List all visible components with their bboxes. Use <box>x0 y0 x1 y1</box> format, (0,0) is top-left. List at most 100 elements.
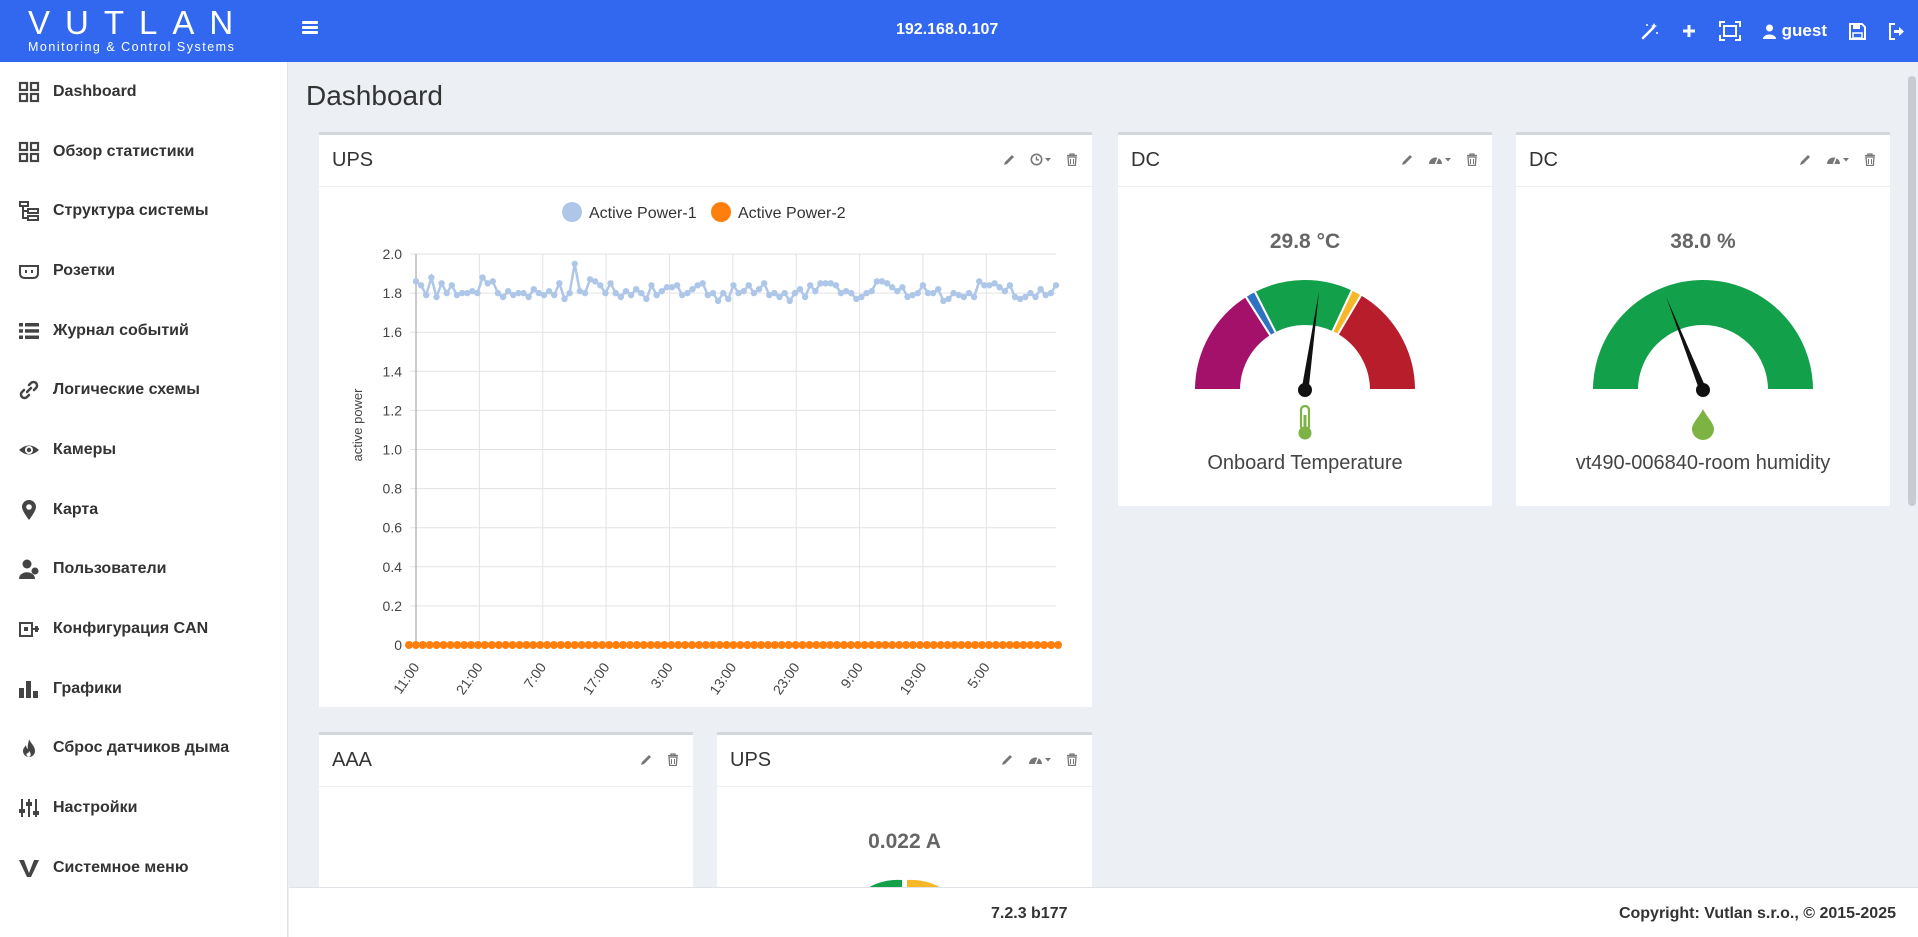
edit-icon[interactable] <box>1799 153 1812 166</box>
data-point[interactable] <box>965 289 973 297</box>
data-point[interactable] <box>418 641 427 649</box>
data-point[interactable] <box>1022 293 1029 301</box>
data-point[interactable] <box>684 289 691 297</box>
data-point[interactable] <box>722 641 731 649</box>
data-point[interactable] <box>460 641 469 649</box>
data-point[interactable] <box>660 641 669 649</box>
data-point[interactable] <box>957 641 966 649</box>
sidebar-item-structure[interactable]: Структура системы <box>0 181 287 241</box>
data-point[interactable] <box>807 282 814 289</box>
data-point[interactable] <box>423 291 430 299</box>
data-point[interactable] <box>438 280 445 287</box>
data-point[interactable] <box>996 284 1003 291</box>
data-point[interactable] <box>643 295 650 303</box>
data-point[interactable] <box>755 285 763 293</box>
data-point[interactable] <box>480 641 489 649</box>
data-point[interactable] <box>805 641 814 649</box>
data-point[interactable] <box>943 641 952 649</box>
data-point[interactable] <box>556 641 565 649</box>
data-point[interactable] <box>632 641 641 649</box>
data-point[interactable] <box>915 641 924 649</box>
data-point[interactable] <box>439 641 448 649</box>
sidebar-item-smoke-reset[interactable]: Сброс датчиков дыма <box>0 719 287 779</box>
logo[interactable]: VUTLAN Monitoring & Control Systems <box>28 6 264 55</box>
sidebar-item-cameras[interactable]: Камеры <box>0 420 287 480</box>
data-point[interactable] <box>970 293 978 301</box>
data-point[interactable] <box>540 291 548 299</box>
data-point[interactable] <box>936 641 945 649</box>
data-point[interactable] <box>602 289 609 297</box>
data-point[interactable] <box>922 641 931 649</box>
save-icon[interactable] <box>1849 16 1866 46</box>
data-point[interactable] <box>487 641 496 649</box>
data-point[interactable] <box>1001 287 1008 295</box>
data-point[interactable] <box>701 641 710 649</box>
data-point[interactable] <box>591 641 600 649</box>
data-point[interactable] <box>801 293 809 301</box>
data-point[interactable] <box>446 641 455 649</box>
edit-icon[interactable] <box>1001 753 1014 766</box>
data-point[interactable] <box>1027 289 1034 297</box>
data-point[interactable] <box>846 641 855 649</box>
data-point[interactable] <box>715 641 724 649</box>
data-point[interactable] <box>453 641 462 649</box>
sidebar-item-logic[interactable]: Логические схемы <box>0 360 287 420</box>
data-point[interactable] <box>714 297 722 305</box>
data-point[interactable] <box>709 289 717 297</box>
sidebar-item-system-menu[interactable]: Системное меню <box>0 838 287 898</box>
data-point[interactable] <box>764 641 773 649</box>
data-point[interactable] <box>566 289 573 297</box>
data-point[interactable] <box>796 285 804 293</box>
data-point[interactable] <box>750 641 759 649</box>
data-point[interactable] <box>638 289 645 297</box>
data-point[interactable] <box>848 289 855 297</box>
sidebar-item-graphs[interactable]: Графики <box>0 659 287 719</box>
data-point[interactable] <box>867 641 876 649</box>
data-point[interactable] <box>826 641 835 649</box>
data-point[interactable] <box>777 641 786 649</box>
data-point[interactable] <box>1005 641 1014 649</box>
data-point[interactable] <box>776 293 783 301</box>
data-point[interactable] <box>688 641 697 649</box>
data-point[interactable] <box>653 641 662 649</box>
data-point[interactable] <box>551 291 558 299</box>
plus-icon[interactable] <box>1681 16 1697 46</box>
data-point[interactable] <box>839 641 848 649</box>
data-point[interactable] <box>699 280 706 287</box>
data-point[interactable] <box>781 289 788 297</box>
data-point[interactable] <box>991 641 1000 649</box>
data-point[interactable] <box>412 278 420 285</box>
data-point[interactable] <box>832 282 840 289</box>
data-point[interactable] <box>597 282 604 289</box>
data-point[interactable] <box>619 641 628 649</box>
data-point[interactable] <box>581 289 589 297</box>
data-point[interactable] <box>549 641 558 649</box>
data-point[interactable] <box>1019 641 1028 649</box>
data-point[interactable] <box>627 291 635 299</box>
data-point[interactable] <box>868 287 875 295</box>
data-point[interactable] <box>730 282 737 289</box>
sidebar-item-users[interactable]: Пользователи <box>0 540 287 600</box>
data-point[interactable] <box>708 641 717 649</box>
data-point[interactable] <box>515 641 524 649</box>
data-point[interactable] <box>489 278 496 285</box>
trash-icon[interactable] <box>1864 153 1876 166</box>
data-point[interactable] <box>432 641 441 649</box>
data-point[interactable] <box>874 641 883 649</box>
gauge-dropdown[interactable] <box>1826 153 1850 166</box>
data-point[interactable] <box>1047 641 1056 649</box>
data-point[interactable] <box>743 641 752 649</box>
data-point[interactable] <box>543 641 552 649</box>
data-point[interactable] <box>760 280 768 287</box>
data-point[interactable] <box>577 641 586 649</box>
data-point[interactable] <box>525 293 532 301</box>
legend-marker-power-2[interactable] <box>711 202 731 222</box>
data-point[interactable] <box>720 289 727 297</box>
data-point[interactable] <box>945 295 952 303</box>
data-point[interactable] <box>1040 641 1049 649</box>
data-point[interactable] <box>530 285 537 293</box>
menu-icon[interactable] <box>302 19 326 43</box>
data-point[interactable] <box>570 641 579 649</box>
data-point[interactable] <box>612 289 619 297</box>
data-point[interactable] <box>417 282 425 289</box>
